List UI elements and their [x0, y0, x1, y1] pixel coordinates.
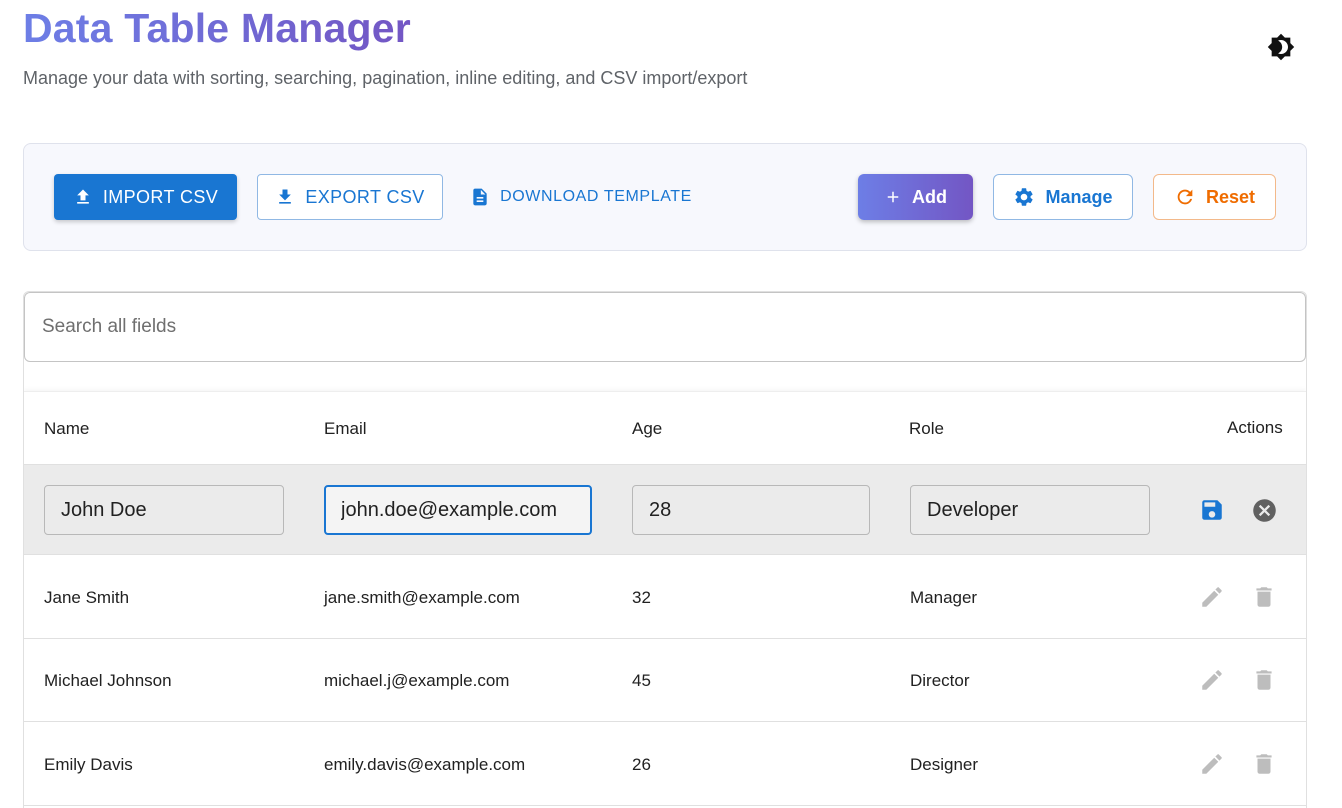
download-icon [279, 189, 292, 204]
save-icon [1202, 500, 1222, 520]
table-row: Jane Smith jane.smith@example.com 32 Man… [24, 555, 1306, 639]
cell-email: emily.davis@example.com [324, 755, 526, 774]
upload-icon [76, 189, 89, 204]
delete-button[interactable] [1250, 666, 1278, 694]
edit-button[interactable] [1198, 583, 1226, 611]
table-header: Name Email Age Role Actions [24, 391, 1306, 465]
cell-age: 32 [632, 588, 651, 607]
download-template-label: DOWNLOAD TEMPLATE [500, 188, 692, 205]
edit-button[interactable] [1198, 750, 1226, 778]
pencil-icon [1202, 670, 1222, 690]
cancel-icon [1252, 498, 1276, 522]
page-subtitle: Manage your data with sorting, searching… [23, 68, 748, 88]
trash-icon [1256, 670, 1272, 690]
edit-age-input[interactable] [632, 485, 870, 535]
toolbar: IMPORT CSV EXPORT CSV DOWNLOAD TEMPLATE … [23, 143, 1307, 251]
search-field [24, 292, 1306, 362]
delete-button[interactable] [1250, 750, 1278, 778]
cell-age: 26 [632, 755, 651, 774]
table-row: Michael Johnson michael.j@example.com 45… [24, 639, 1306, 722]
manage-label: Manage [1045, 187, 1113, 207]
trash-icon [1256, 754, 1272, 774]
edit-name-input[interactable] [44, 485, 284, 535]
save-button[interactable] [1198, 496, 1226, 524]
add-button[interactable]: Add [858, 174, 973, 220]
theme-toggle-button[interactable] [1266, 32, 1296, 62]
search-input[interactable] [25, 293, 1305, 361]
cell-role: Designer [910, 755, 979, 774]
column-header-age[interactable]: Age [632, 419, 662, 439]
cell-name: Emily Davis [44, 755, 133, 774]
plus-icon [887, 191, 899, 203]
data-table-card: Name Email Age Role Actions Jane Smith j… [23, 291, 1307, 808]
edit-button[interactable] [1198, 666, 1226, 694]
column-header-name[interactable]: Name [44, 419, 89, 439]
page-title: Data Table Manager [23, 5, 411, 51]
column-header-email[interactable]: Email [324, 419, 367, 439]
reset-label: Reset [1205, 187, 1256, 207]
brightness-icon [1267, 33, 1295, 61]
pencil-icon [1202, 587, 1222, 607]
edit-email-input[interactable] [324, 485, 592, 535]
refresh-icon [1177, 189, 1193, 205]
download-template-button[interactable]: DOWNLOAD TEMPLATE [466, 174, 696, 220]
add-label: Add [912, 187, 947, 207]
column-header-actions: Actions [1227, 418, 1283, 437]
table-row: Emily Davis emily.davis@example.com 26 D… [24, 722, 1306, 806]
export-csv-label: EXPORT CSV [305, 187, 425, 207]
file-icon [473, 188, 487, 206]
delete-button[interactable] [1250, 583, 1278, 611]
cell-role: Manager [910, 588, 978, 607]
column-header-role[interactable]: Role [909, 419, 944, 439]
cell-role: Director [910, 671, 970, 690]
cell-age: 45 [632, 671, 651, 690]
pencil-icon [1202, 754, 1222, 774]
cell-name: Michael Johnson [44, 671, 172, 690]
edit-role-input[interactable] [910, 485, 1150, 535]
manage-button[interactable]: Manage [993, 174, 1133, 220]
import-csv-button[interactable]: IMPORT CSV [54, 174, 237, 220]
cancel-button[interactable] [1250, 496, 1278, 524]
reset-button[interactable]: Reset [1153, 174, 1276, 220]
export-csv-button[interactable]: EXPORT CSV [257, 174, 443, 220]
trash-icon [1256, 587, 1272, 607]
cell-email: michael.j@example.com [324, 671, 510, 690]
cell-name: Jane Smith [44, 588, 130, 607]
gear-icon [1015, 188, 1034, 206]
table-row-editing [24, 465, 1306, 555]
import-csv-label: IMPORT CSV [102, 187, 219, 207]
cell-email: jane.smith@example.com [324, 588, 520, 607]
